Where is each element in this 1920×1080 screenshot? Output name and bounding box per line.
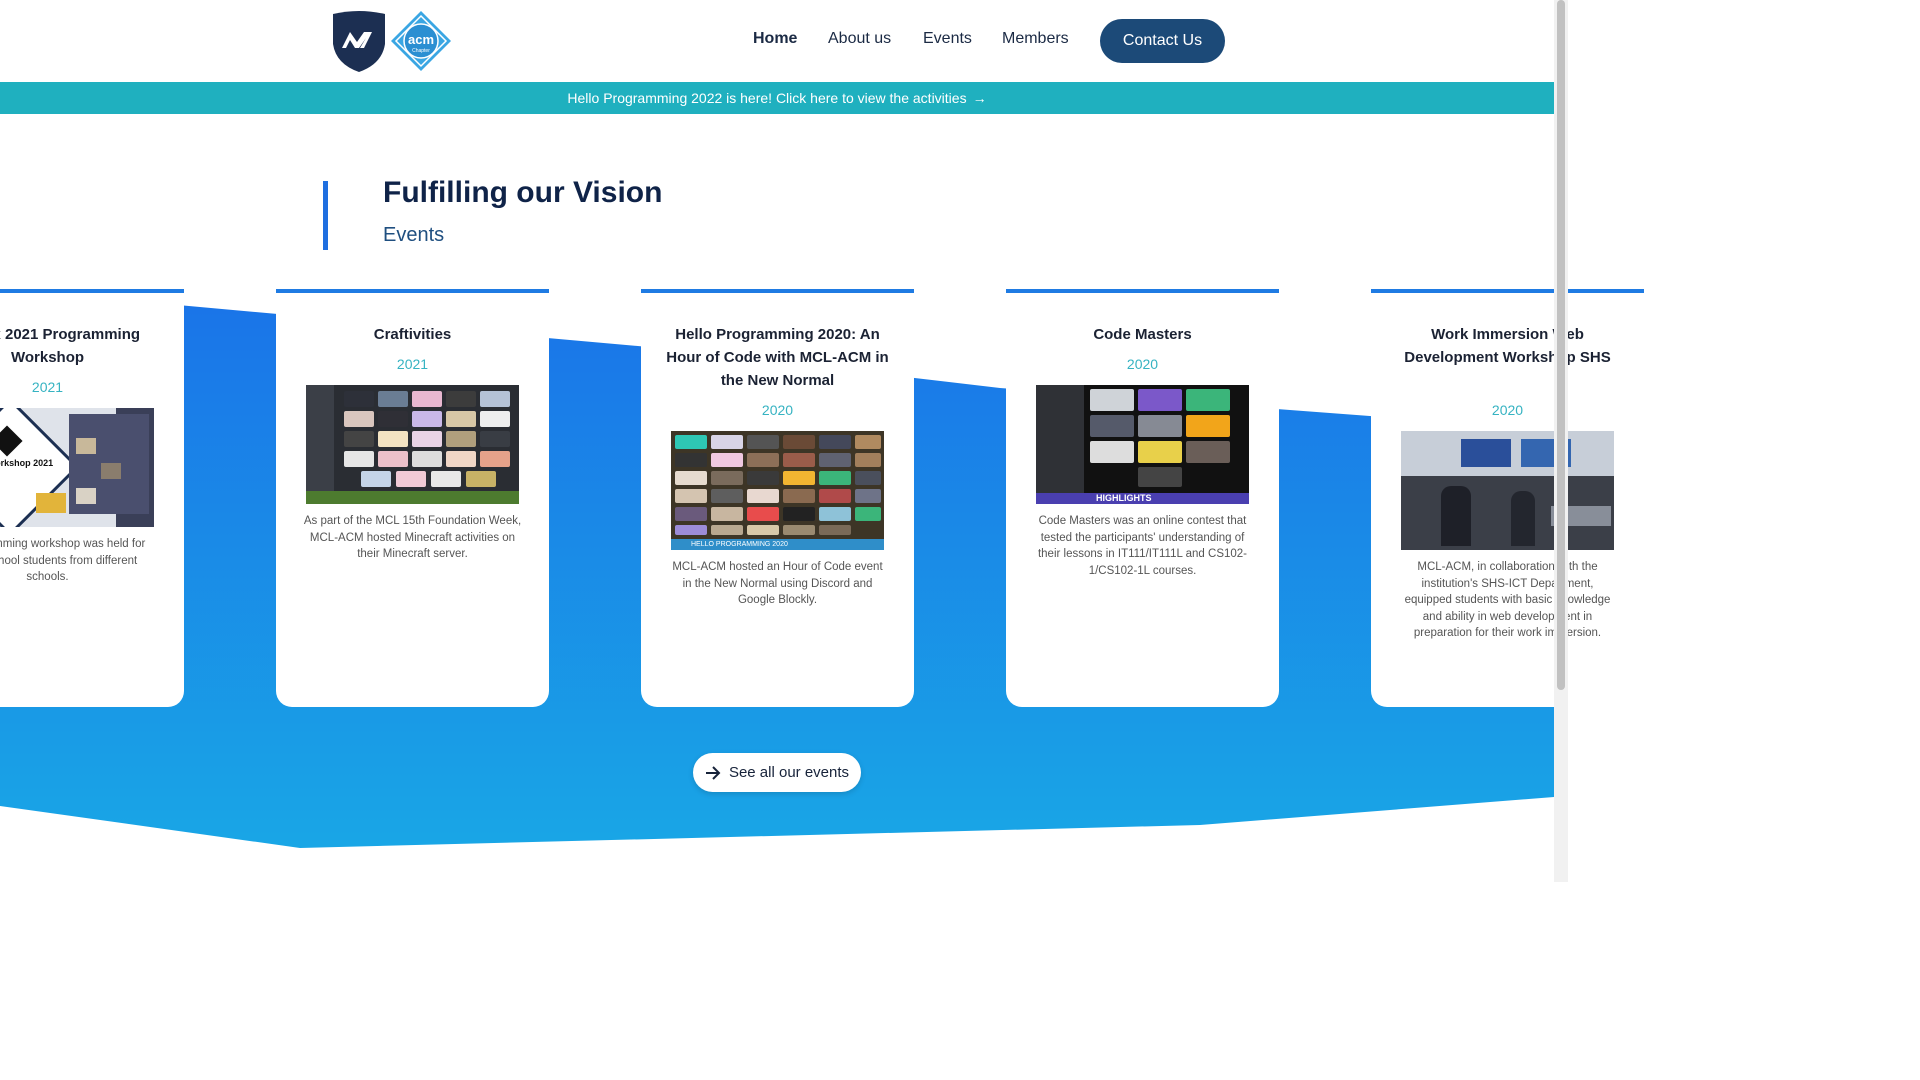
section-accent-bar xyxy=(323,181,328,250)
event-card-description: As part of the MCL 15th Foundation Week,… xyxy=(303,515,522,560)
event-card[interactable]: Code Masters 2020 HIGHLIGHTS Code Master… xyxy=(1006,289,1279,707)
navbar: acm Chapter Home About us Events Members… xyxy=(0,0,1554,82)
see-all-events-button[interactable]: See all our events xyxy=(693,753,861,792)
event-card-year: 2020 xyxy=(1491,402,1524,418)
event-card-year: 2021 xyxy=(31,379,64,395)
event-card-image: Codex Workshop 2021 xyxy=(0,408,154,527)
event-card-title: Hello Programming 2020: An Hour of Code … xyxy=(666,326,889,389)
announcement-banner[interactable]: Hello Programming 2022 is here! Click he… xyxy=(0,82,1554,114)
event-card-year: 2021 xyxy=(396,356,429,372)
event-card-description: MCL-ACM hosted an Hour of Code event in … xyxy=(672,561,883,606)
svg-text:acm: acm xyxy=(408,32,434,47)
acm-chapter-logo[interactable]: acm Chapter xyxy=(389,9,453,73)
event-card[interactable]: Work Immersion Web Development Workshop … xyxy=(1371,289,1644,707)
mcl-shield-logo[interactable] xyxy=(330,10,388,72)
event-card-image: HIGHLIGHTS xyxy=(1036,385,1249,504)
event-card-description: A programming workshop was held for High… xyxy=(0,538,146,583)
nav-about-us[interactable]: About us xyxy=(828,30,891,48)
event-card-year: 2020 xyxy=(761,402,794,418)
contact-us-button[interactable]: Contact Us xyxy=(1100,19,1225,63)
event-card-title: Codex 2021 Programming Workshop xyxy=(0,326,141,366)
event-card-description: MCL-ACM, in collaboration with the insti… xyxy=(1404,561,1611,639)
nav-events[interactable]: Events xyxy=(923,30,972,48)
image-caption: HIGHLIGHTS xyxy=(1036,493,1249,504)
event-card[interactable]: Craftivities 2021 As part of the MCL 15t… xyxy=(276,289,549,707)
image-caption: HELLO PROGRAMMING 2020 xyxy=(671,539,884,550)
see-all-events-label: See all our events xyxy=(728,764,850,781)
nav-home[interactable]: Home xyxy=(753,30,797,48)
banner-text: Hello Programming 2022 is here! Click he… xyxy=(567,90,967,106)
event-card-image xyxy=(1401,431,1614,550)
arrow-right-icon: → xyxy=(972,90,987,106)
image-caption: Codex Workshop 2021 xyxy=(0,458,54,468)
section-subtitle: Events xyxy=(383,224,445,246)
arrow-right-icon xyxy=(705,765,721,780)
event-card-title: Work Immersion Web Development Workshop … xyxy=(1404,326,1611,366)
section-title: Fulfilling our Vision xyxy=(383,176,663,209)
event-card[interactable]: Hello Programming 2020: An Hour of Code … xyxy=(641,289,914,707)
event-card-description: Code Masters was an online contest that … xyxy=(1037,515,1248,577)
nav-members[interactable]: Members xyxy=(1002,30,1069,48)
scrollbar[interactable] xyxy=(1554,0,1568,882)
scrollbar-thumb[interactable] xyxy=(1557,0,1565,690)
event-card-year: 2020 xyxy=(1126,356,1159,372)
svg-text:Chapter: Chapter xyxy=(412,48,430,54)
event-card-title: Code Masters xyxy=(1093,326,1192,343)
event-card-image xyxy=(306,385,519,504)
event-card[interactable]: Codex 2021 Programming Workshop 2021 Cod… xyxy=(0,289,184,707)
event-card-title: Craftivities xyxy=(373,326,452,343)
event-card-image: HELLO PROGRAMMING 2020 xyxy=(671,431,884,550)
